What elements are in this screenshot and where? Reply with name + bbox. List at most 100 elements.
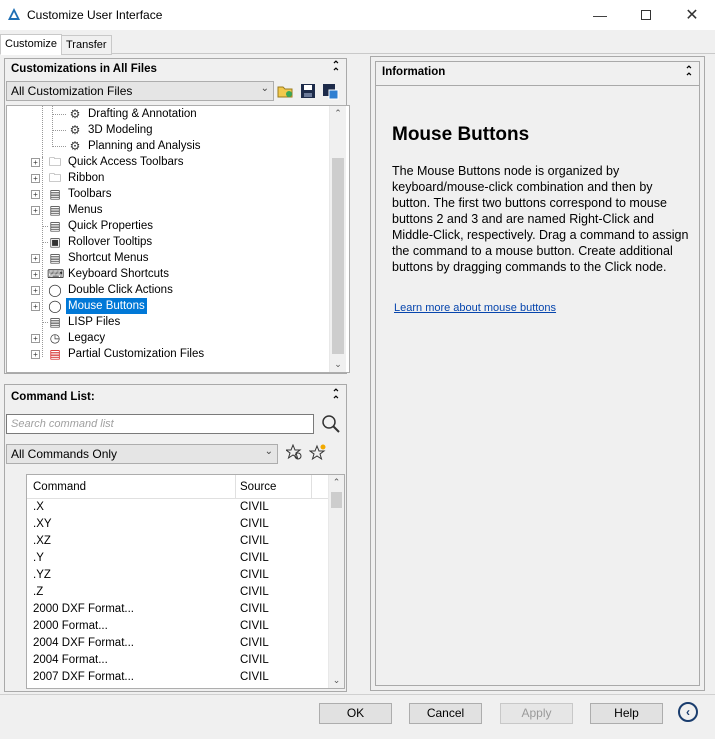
autocad-icon: [8, 8, 20, 20]
scroll-thumb[interactable]: [331, 492, 342, 508]
mouse-icon: ◯: [48, 283, 62, 297]
expand-icon[interactable]: +: [31, 286, 40, 295]
command-cell: 2000 Format...: [33, 620, 108, 632]
tree-item-label: Quick Access Toolbars: [68, 156, 184, 168]
expand-icon[interactable]: +: [31, 206, 40, 215]
expand-icon[interactable]: +: [31, 174, 40, 183]
source-cell: CIVIL: [240, 620, 269, 632]
table-row[interactable]: 2004 DXF Format... CIVIL: [27, 636, 329, 653]
close-button[interactable]: ✕: [669, 0, 715, 30]
source-cell: CIVIL: [240, 535, 269, 547]
expand-icon[interactable]: +: [31, 158, 40, 167]
column-header-source[interactable]: Source: [240, 481, 276, 493]
collapse-panel-button[interactable]: ‹: [678, 702, 698, 722]
customization-tree[interactable]: ⚙ Drafting & Annotation ⚙ 3D Modeling ⚙ …: [6, 105, 350, 373]
double-chevron-up-icon: ⌃ ⌃: [684, 65, 694, 83]
tree-item-menus[interactable]: + ▤ Menus: [7, 202, 347, 218]
apply-button[interactable]: Apply: [500, 703, 573, 724]
expand-icon[interactable]: +: [31, 350, 40, 359]
table-row[interactable]: 2000 DXF Format... CIVIL: [27, 602, 329, 619]
table-row[interactable]: 2000 Format... CIVIL: [27, 619, 329, 636]
tree-item-partial-customization-files[interactable]: + ▤ Partial Customization Files: [7, 346, 347, 362]
table-row[interactable]: 2007 DXF Format... CIVIL: [27, 670, 329, 687]
information-divider: [376, 85, 699, 86]
tooltip-icon: ▣: [49, 235, 61, 249]
scroll-down-icon[interactable]: ⌄: [329, 673, 344, 688]
load-partial-button[interactable]: [321, 82, 339, 100]
tree-item-mouse-buttons[interactable]: + ◯ Mouse Buttons: [7, 298, 347, 314]
new-command-button[interactable]: [308, 444, 327, 462]
customization-file-select[interactable]: All Customization Files ⌄: [6, 81, 274, 101]
source-cell: CIVIL: [240, 518, 269, 530]
table-row[interactable]: .X CIVIL: [27, 500, 329, 517]
table-row[interactable]: 2004 Format... CIVIL: [27, 653, 329, 670]
ok-button[interactable]: OK: [319, 703, 392, 724]
chevron-down-icon: ⌄: [260, 83, 269, 94]
menu-icon: ▤: [49, 203, 61, 217]
open-file-button[interactable]: [276, 82, 294, 100]
table-row[interactable]: .Y CIVIL: [27, 551, 329, 568]
collapse-information-button[interactable]: ⌃ ⌃: [683, 65, 695, 83]
source-cell: CIVIL: [240, 671, 269, 683]
tab-transfer[interactable]: Transfer: [61, 35, 112, 55]
search-command-input[interactable]: [6, 414, 314, 434]
command-search-button[interactable]: [284, 443, 304, 462]
tree-item-double-click-actions[interactable]: + ◯ Double Click Actions: [7, 282, 347, 298]
expand-icon[interactable]: +: [31, 190, 40, 199]
gear-icon: ⚙: [69, 139, 81, 153]
learn-more-link[interactable]: Learn more about mouse buttons: [394, 302, 556, 314]
command-list-scrollbar[interactable]: ⌃ ⌄: [328, 475, 344, 688]
keyboard-icon: ⌨: [47, 267, 65, 281]
tree-item-ribbon[interactable]: + 🗀 Ribbon: [7, 170, 347, 186]
cancel-button[interactable]: Cancel: [409, 703, 482, 724]
column-header-command[interactable]: Command: [33, 481, 86, 493]
source-cell: CIVIL: [240, 637, 269, 649]
double-chevron-up-icon: ⌃ ⌃: [331, 388, 341, 406]
chevron-left-icon: ‹: [686, 705, 690, 719]
tree-item-toolbars[interactable]: + ▤ Toolbars: [7, 186, 347, 202]
command-filter-select[interactable]: All Commands Only ⌄: [6, 444, 278, 464]
command-cell: 2004 Format...: [33, 654, 108, 666]
tree-item-lisp-files[interactable]: ▤ LISP Files: [7, 314, 347, 330]
tree-item-quick-access-toolbars[interactable]: + 🗀 Quick Access Toolbars: [7, 154, 347, 170]
tree-item-label: LISP Files: [68, 316, 121, 328]
scroll-up-icon[interactable]: ⌃: [330, 106, 346, 121]
expand-icon[interactable]: +: [31, 334, 40, 343]
scroll-thumb[interactable]: [332, 158, 344, 354]
table-row[interactable]: .XZ CIVIL: [27, 534, 329, 551]
source-cell: CIVIL: [240, 569, 269, 581]
tree-item-quick-properties[interactable]: ▤ Quick Properties: [7, 218, 347, 234]
new-star-icon: [308, 444, 326, 461]
table-row[interactable]: .XY CIVIL: [27, 517, 329, 534]
information-body: The Mouse Buttons node is organized by k…: [392, 164, 689, 274]
expand-icon[interactable]: +: [31, 254, 40, 263]
table-row[interactable]: .YZ CIVIL: [27, 568, 329, 585]
expand-icon[interactable]: +: [31, 302, 40, 311]
tree-scrollbar[interactable]: ⌃ ⌄: [329, 106, 346, 372]
save-button[interactable]: [299, 82, 317, 100]
scroll-down-icon[interactable]: ⌄: [330, 357, 346, 372]
command-list[interactable]: Command Source .X CIVIL .XY CIVIL .XZ CIVIL…: [26, 474, 345, 689]
tree-item-label: Shortcut Menus: [68, 252, 149, 264]
minimize-button[interactable]: —: [577, 0, 623, 30]
tree-item-legacy[interactable]: + ◷ Legacy: [7, 330, 347, 346]
command-cell: .X: [33, 501, 44, 513]
lisp-icon: ▤: [49, 315, 61, 329]
command-cell: .YZ: [33, 569, 51, 581]
collapse-command-list-button[interactable]: ⌃ ⌃: [330, 388, 342, 406]
collapse-customizations-button[interactable]: ⌃ ⌃: [330, 60, 342, 78]
tree-connector: [42, 106, 43, 157]
double-chevron-up-icon: ⌃ ⌃: [331, 60, 341, 78]
help-button[interactable]: Help: [590, 703, 663, 724]
tree-item-keyboard-shortcuts[interactable]: + ⌨ Keyboard Shortcuts: [7, 266, 347, 282]
tree-item-rollover-tooltips[interactable]: ▣ Rollover Tooltips: [7, 234, 347, 250]
scroll-up-icon[interactable]: ⌃: [329, 475, 344, 490]
tree-item-shortcut-menus[interactable]: + ▤ Shortcut Menus: [7, 250, 347, 266]
maximize-button[interactable]: [623, 0, 669, 30]
minimize-icon: —: [593, 7, 607, 23]
table-row[interactable]: .Z CIVIL: [27, 585, 329, 602]
expand-icon[interactable]: +: [31, 270, 40, 279]
tab-customize[interactable]: Customize: [0, 34, 62, 55]
shortcut-menu-icon: ▤: [49, 251, 61, 265]
search-button[interactable]: [321, 414, 341, 434]
